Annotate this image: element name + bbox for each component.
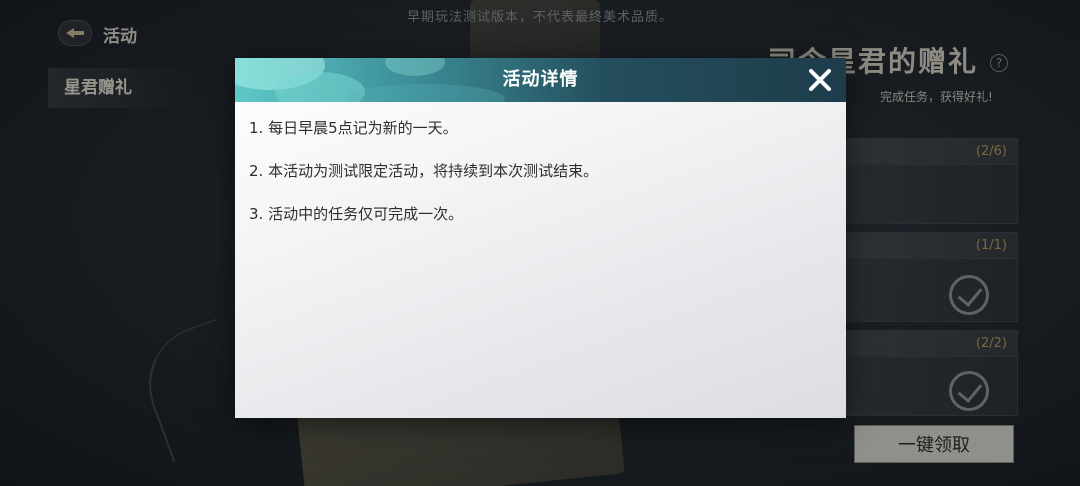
rule-item: 2. 本活动为测试限定活动，将持续到本次测试结束。 bbox=[249, 162, 599, 180]
close-button[interactable] bbox=[806, 66, 834, 94]
rule-item: 1. 每日早晨5点记为新的一天。 bbox=[249, 119, 458, 137]
dialog-header: 活动详情 bbox=[235, 58, 846, 102]
event-details-dialog: 活动详情 1. 每日早晨5点记为新的一天。 2. 本活动为测试限定活动，将持续到… bbox=[235, 58, 846, 418]
dialog-title: 活动详情 bbox=[502, 69, 579, 90]
close-x-icon bbox=[807, 67, 833, 93]
rule-item: 3. 活动中的任务仅可完成一次。 bbox=[249, 205, 464, 223]
dialog-body: 1. 每日早晨5点记为新的一天。 2. 本活动为测试限定活动，将持续到本次测试结… bbox=[249, 118, 829, 247]
